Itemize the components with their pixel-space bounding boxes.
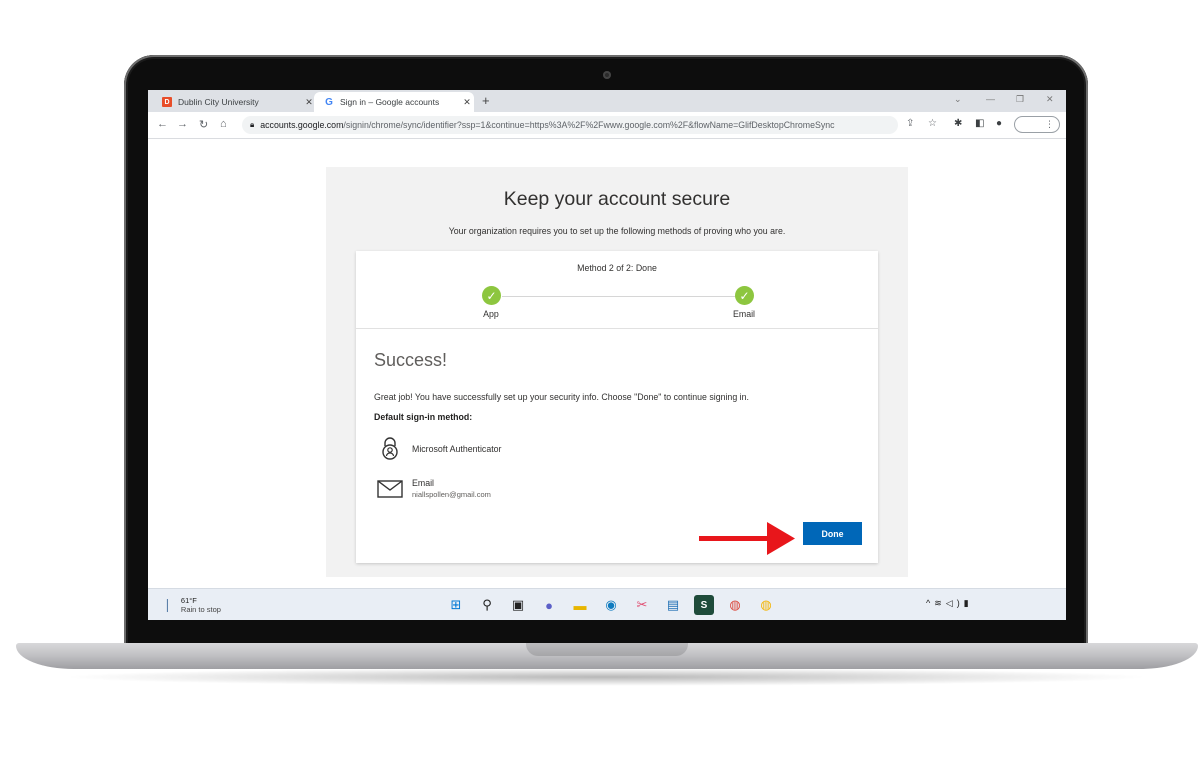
profile-icon[interactable]: ● bbox=[996, 118, 1002, 129]
webcam bbox=[603, 71, 611, 79]
step-label-email: Email bbox=[733, 309, 755, 319]
laptop-notch bbox=[526, 643, 688, 656]
url-host: accounts.google.com bbox=[260, 120, 344, 130]
security-setup-panel: Keep your account secure Your organizati… bbox=[326, 167, 908, 577]
side-panel-icon[interactable]: ◧ bbox=[975, 118, 984, 129]
laptop-bezel-bottom bbox=[148, 620, 1066, 634]
tab-title: Dublin City University bbox=[178, 97, 259, 107]
address-bar[interactable]: 🔒︎ accounts.google.com/signin/chrome/syn… bbox=[242, 116, 898, 134]
wifi-icon[interactable]: ≋ bbox=[934, 598, 946, 608]
progress-line bbox=[502, 296, 744, 297]
page-subtitle: Your organization requires you to set up… bbox=[448, 226, 786, 236]
volume-icon[interactable]: ◁) bbox=[946, 598, 964, 608]
method-name: Email bbox=[412, 478, 434, 488]
progress-status: Method 2 of 2: Done bbox=[577, 263, 657, 273]
share-icon[interactable]: ⇪ bbox=[906, 118, 914, 129]
method-authenticator: Microsoft Authenticator bbox=[374, 437, 501, 461]
edge-icon[interactable]: ◉ bbox=[601, 595, 621, 615]
reload-icon[interactable]: ↻ bbox=[199, 118, 208, 131]
authenticator-lock-icon bbox=[374, 437, 406, 461]
dcu-logo-icon: D bbox=[162, 97, 172, 107]
method-name: Microsoft Authenticator bbox=[412, 444, 502, 454]
weather-temp: 61°F bbox=[180, 596, 197, 605]
page-title: Keep your account secure bbox=[503, 188, 731, 210]
task-view-icon[interactable]: ▣ bbox=[508, 595, 528, 615]
chat-icon[interactable]: ● bbox=[539, 595, 559, 615]
laptop-shadow bbox=[60, 668, 1152, 686]
store-icon[interactable]: ▤ bbox=[663, 595, 683, 615]
minimize-icon[interactable]: — bbox=[986, 94, 995, 104]
close-icon[interactable]: ✕ bbox=[460, 97, 474, 108]
home-icon[interactable]: ⌂ bbox=[220, 118, 227, 130]
success-message: Great job! You have successfully set up … bbox=[374, 392, 749, 402]
envelope-icon bbox=[374, 479, 406, 498]
chrome-icon[interactable]: ◍ bbox=[725, 595, 745, 615]
lock-icon: 🔒︎ bbox=[250, 120, 255, 129]
screen: D Dublin City University ✕ G Sign in – G… bbox=[148, 90, 1066, 620]
success-title: Success! bbox=[374, 350, 448, 370]
app-s-icon[interactable]: S bbox=[694, 595, 714, 615]
back-icon[interactable]: ← bbox=[157, 118, 168, 130]
chrome-profile-icon[interactable]: ◍ bbox=[756, 595, 776, 615]
tab-strip: D Dublin City University ✕ G Sign in – G… bbox=[148, 90, 1066, 112]
snipping-tool-icon[interactable]: ✂ bbox=[632, 595, 652, 615]
window-close-icon[interactable]: ✕ bbox=[1046, 94, 1054, 105]
tab-google-signin[interactable]: G Sign in – Google accounts ✕ bbox=[314, 92, 474, 112]
tab-dcu[interactable]: D Dublin City University ✕ bbox=[152, 92, 316, 112]
system-tray[interactable]: ^≋◁)▮ bbox=[926, 598, 973, 609]
forward-icon[interactable]: → bbox=[177, 118, 188, 130]
rain-icon: ❘ bbox=[162, 597, 173, 612]
google-g-icon: G bbox=[325, 96, 333, 108]
extensions-icon[interactable]: ✱ bbox=[954, 118, 962, 129]
profile-pill[interactable]: ⋮ bbox=[1014, 116, 1060, 133]
chevron-up-icon[interactable]: ^ bbox=[926, 598, 934, 608]
browser-toolbar: ← → ↻ ⌂ 🔒︎ accounts.google.com/signin/ch… bbox=[148, 112, 1066, 139]
tab-search-icon[interactable]: ⌄ bbox=[954, 94, 962, 105]
start-icon[interactable]: ⊞ bbox=[446, 595, 466, 615]
file-explorer-icon[interactable]: ▬ bbox=[570, 595, 590, 615]
new-tab-icon[interactable]: + bbox=[482, 93, 490, 108]
search-icon[interactable]: ⚲ bbox=[477, 595, 497, 615]
battery-icon[interactable]: ▮ bbox=[964, 598, 973, 608]
red-arrow-annotation bbox=[699, 522, 795, 555]
step-app-check-icon: ✓ bbox=[482, 286, 501, 305]
method-email: Email niallspollen@gmail.com bbox=[374, 478, 491, 499]
bookmark-star-icon[interactable]: ☆ bbox=[928, 118, 937, 129]
method-detail: niallspollen@gmail.com bbox=[412, 490, 491, 499]
taskbar-apps: ⊞ ⚲ ▣ ● ▬ ◉ ✂ ▤ S ◍ ◍ bbox=[446, 595, 787, 615]
step-email-check-icon: ✓ bbox=[735, 286, 754, 305]
weather-widget[interactable]: ❘ 61°F Rain to stop bbox=[162, 596, 221, 614]
default-method-label: Default sign-in method: bbox=[374, 412, 473, 422]
done-button[interactable]: Done bbox=[803, 522, 862, 545]
weather-condition: Rain to stop bbox=[180, 605, 221, 614]
url-path: /signin/chrome/sync/identifier?ssp=1&con… bbox=[343, 120, 835, 130]
menu-dots-icon[interactable]: ⋮ bbox=[1045, 119, 1054, 130]
restore-icon[interactable]: ❐ bbox=[1016, 94, 1024, 105]
step-label-app: App bbox=[483, 309, 499, 319]
divider bbox=[356, 328, 878, 329]
windows-taskbar: ❘ 61°F Rain to stop ⊞ ⚲ ▣ ● ▬ ◉ ✂ ▤ S ◍ … bbox=[148, 588, 1066, 620]
tab-title: Sign in – Google accounts bbox=[340, 97, 440, 107]
setup-card: Method 2 of 2: Done ✓ App ✓ Email Succes… bbox=[356, 251, 878, 563]
